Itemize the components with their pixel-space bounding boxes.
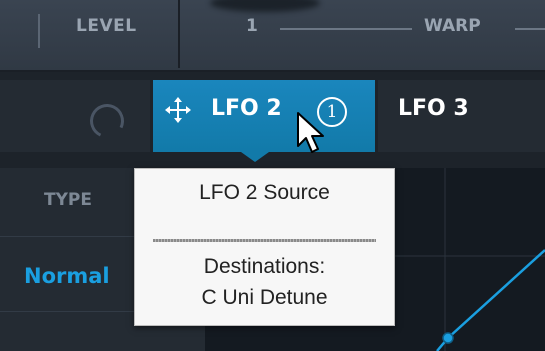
warp-control[interactable]: 1 WARP	[180, 0, 545, 68]
level-label: LEVEL	[76, 16, 137, 36]
warp-slider-line-right	[515, 28, 545, 30]
tab-lfo-2[interactable]: LFO 2 1	[153, 80, 375, 162]
type-label: TYPE	[44, 190, 92, 210]
tooltip: LFO 2 Source Destinations: C Uni Detune	[134, 168, 395, 326]
tooltip-title: LFO 2 Source	[199, 181, 330, 204]
tooltip-divider	[153, 239, 376, 242]
lfo-tab-row: LFO 2 1 LFO 3	[0, 72, 545, 168]
tooltip-destination-item: C Uni Detune	[201, 286, 328, 309]
tab-lfo-2-label: LFO 2	[211, 96, 282, 121]
warp-slider-line	[280, 28, 412, 30]
curve-point-handle[interactable]	[442, 332, 454, 344]
move-icon[interactable]	[165, 97, 191, 123]
top-control-strip: LEVEL 1 WARP	[0, 0, 545, 72]
warp-label: WARP	[424, 16, 481, 36]
type-selector[interactable]: Normal	[24, 264, 110, 288]
divider	[38, 14, 40, 48]
tab-lfo-3-label: LFO 3	[398, 96, 469, 121]
refresh-icon	[85, 99, 129, 143]
tab-lfo-3[interactable]: LFO 3	[378, 80, 545, 152]
level-control[interactable]: LEVEL	[0, 0, 180, 68]
tab-lfo-1[interactable]	[0, 80, 150, 152]
tooltip-destinations-heading: Destinations:	[203, 255, 326, 278]
mouse-cursor-icon	[297, 112, 324, 153]
warp-value: 1	[246, 16, 258, 36]
